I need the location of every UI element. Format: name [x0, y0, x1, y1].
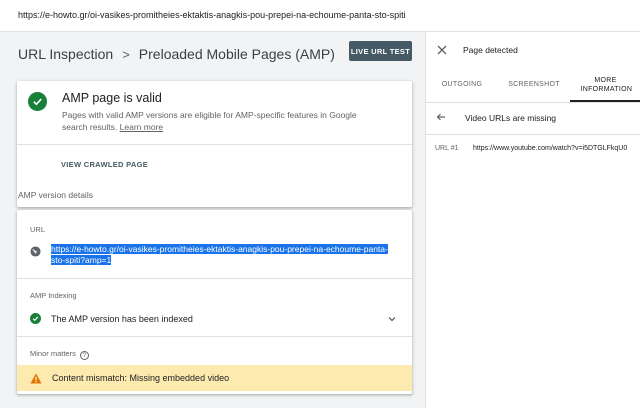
amp-status-title: AMP page is valid [62, 91, 162, 105]
amp-url-selected[interactable]: https://e-howto.gr/oi-vasikes-promitheie… [51, 244, 388, 265]
tab-more-information[interactable]: MORE INFORMATION [570, 67, 640, 102]
panel-tabs: OUTGOING SCREENSHOT MORE INFORMATION [426, 67, 640, 102]
globe-icon [30, 246, 41, 257]
main-panel: URL Inspection > Preloaded Mobile Pages … [0, 32, 425, 408]
view-crawled-page-button[interactable]: VIEW CRAWLED PAGE [61, 160, 148, 169]
close-icon[interactable] [437, 45, 447, 55]
amp-status-card: AMP page is valid Pages with valid AMP v… [17, 81, 412, 207]
tabs-divider [426, 102, 640, 103]
breadcrumb-separator: > [122, 46, 130, 62]
amp-indexing-row[interactable]: The AMP version has been indexed [30, 313, 193, 324]
amp-status-description: Pages with valid AMP versions are eligib… [62, 110, 382, 133]
address-bar[interactable]: https://e-howto.gr/oi-vasikes-promitheie… [0, 0, 640, 32]
warning-text: Content mismatch: Missing embedded video [52, 373, 230, 383]
side-panel: Page detected OUTGOING SCREENSHOT MORE I… [425, 32, 640, 408]
check-circle-icon [28, 92, 47, 111]
amp-details-heading: AMP version details [18, 190, 93, 200]
panel-title: Page detected [463, 45, 518, 55]
url-row-value[interactable]: https://www.youtube.com/watch?v=i5DTGLFk… [473, 145, 627, 152]
breadcrumb-amp: Preloaded Mobile Pages (AMP) [138, 46, 335, 62]
amp-indexing-status: The AMP version has been indexed [51, 313, 193, 324]
breadcrumb-url-inspection[interactable]: URL Inspection [18, 46, 113, 62]
address-bar-url[interactable]: https://e-howto.gr/oi-vasikes-promitheie… [18, 10, 406, 20]
warning-row[interactable]: Content mismatch: Missing embedded video [17, 365, 412, 391]
details-divider [17, 278, 412, 279]
video-urls-heading: Video URLs are missing [465, 113, 557, 123]
url-row-label: URL #1 [435, 145, 459, 152]
amp-url-value[interactable]: https://e-howto.gr/oi-vasikes-promitheie… [51, 244, 401, 265]
minor-matters-text: Minor matters [30, 349, 76, 358]
warning-icon [30, 373, 42, 383]
amp-indexing-label: AMP Indexing [30, 291, 77, 300]
tab-more-information-label: MORE INFORMATION [580, 76, 633, 93]
amp-details-card: URL https://e-howto.gr/oi-vasikes-promit… [17, 210, 412, 394]
help-icon[interactable]: ? [79, 351, 89, 360]
panel-divider [426, 134, 640, 135]
learn-more-link[interactable]: Learn more [120, 122, 163, 132]
arrow-back-icon[interactable] [436, 112, 446, 122]
details-divider [17, 336, 412, 337]
chevron-down-icon[interactable] [387, 314, 397, 324]
tab-outgoing[interactable]: OUTGOING [426, 67, 498, 102]
minor-matters-label: Minor matters? [30, 349, 89, 360]
live-url-test-button[interactable]: LIVE URL TEST [349, 41, 412, 61]
card-divider [17, 144, 412, 145]
tab-screenshot[interactable]: SCREENSHOT [498, 67, 570, 102]
breadcrumb: URL Inspection > Preloaded Mobile Pages … [18, 44, 335, 64]
url-label: URL [30, 225, 46, 234]
amp-status-desc-text: Pages with valid AMP versions are eligib… [62, 110, 357, 132]
check-circle-icon [30, 313, 41, 324]
